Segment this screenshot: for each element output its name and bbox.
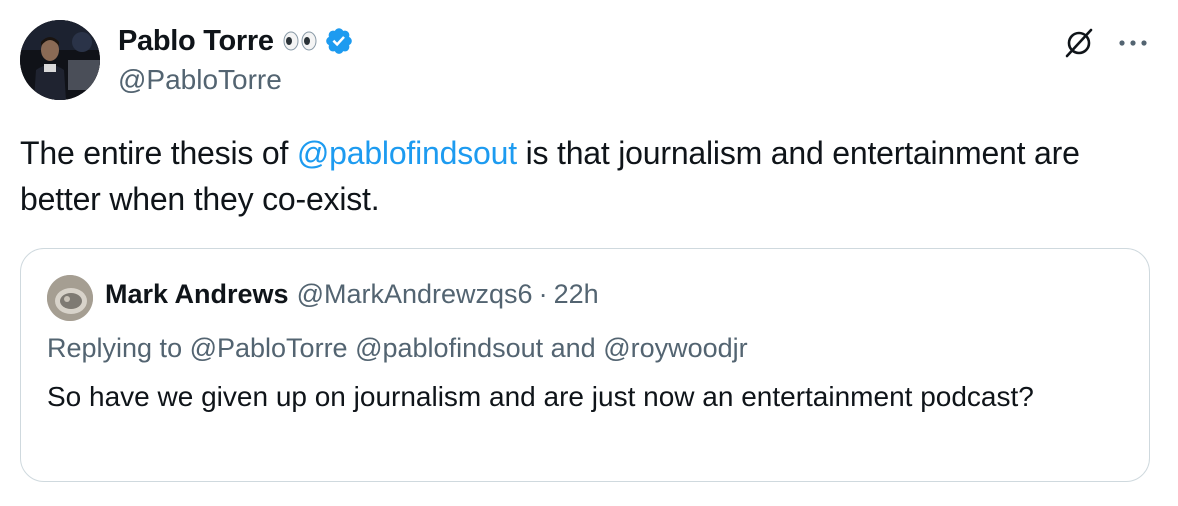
quoted-display-name[interactable]: Mark Andrews: [105, 279, 289, 310]
tweet-text: The entire thesis of @pablofindsout is t…: [20, 130, 1160, 222]
quoted-header: Mark Andrews @MarkAndrewzqs6 · 22h: [105, 279, 599, 310]
quoted-author-avatar-image: [47, 275, 93, 321]
replying-to-mention-3[interactable]: @roywoodjr: [603, 333, 747, 363]
replying-to-and: and: [543, 333, 604, 363]
author-display-name[interactable]: Pablo Torre: [118, 25, 274, 58]
grok-button[interactable]: [1058, 22, 1100, 64]
quoted-separator: ·: [538, 279, 548, 309]
quoted-handle[interactable]: @MarkAndrewzqs6: [297, 279, 533, 310]
eyes-emoji-icon: [282, 31, 318, 51]
quoted-tweet-card[interactable]: Mark Andrews @MarkAndrewzqs6 · 22h Reply…: [20, 248, 1150, 482]
tweet-mention-link[interactable]: @pablofindsout: [297, 135, 517, 171]
author-avatar-image: [20, 20, 100, 100]
author-name-row: Pablo Torre: [118, 22, 354, 60]
quoted-author-avatar[interactable]: [47, 275, 93, 321]
replying-to-mention-2[interactable]: @pablofindsout: [355, 333, 543, 363]
quoted-timestamp[interactable]: 22h: [554, 279, 599, 310]
more-button[interactable]: [1112, 22, 1154, 64]
replying-to-label: Replying to: [47, 333, 190, 363]
quoted-tweet-text: So have we given up on journalism and ar…: [47, 381, 1034, 412]
verified-badge-icon[interactable]: [324, 26, 354, 56]
tweet-text-before: The entire thesis of: [20, 135, 297, 171]
author-avatar[interactable]: [20, 20, 100, 100]
grok-icon: [1065, 28, 1093, 58]
replying-to-mention-1[interactable]: @PabloTorre: [190, 333, 348, 363]
author-handle[interactable]: @PabloTorre: [118, 64, 282, 96]
more-dots-icon: [1119, 40, 1147, 46]
quoted-replying-to: Replying to @PabloTorre @pablofindsout a…: [47, 333, 748, 364]
